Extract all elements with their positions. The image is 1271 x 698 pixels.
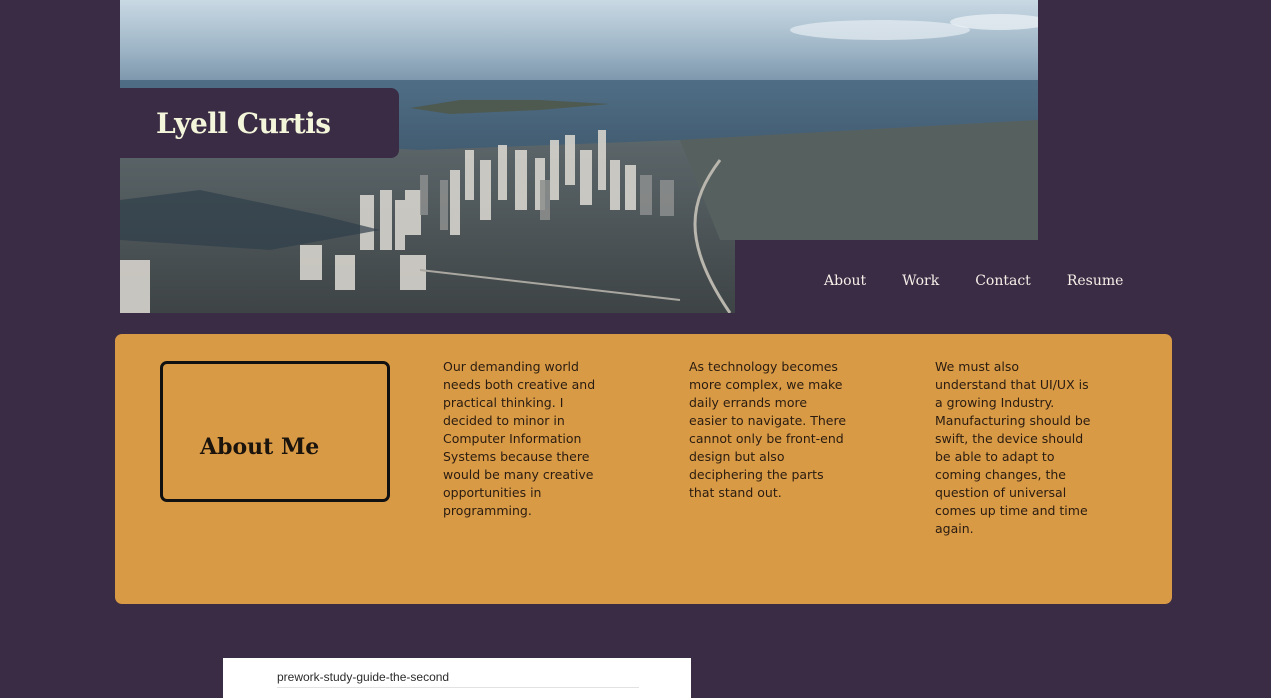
- nav-about-link[interactable]: About: [806, 270, 884, 292]
- about-heading-box: About Me: [160, 361, 390, 502]
- about-paragraph-3: We must also understand that UI/UX is a …: [935, 359, 1091, 536]
- work-preview-divider: [277, 687, 639, 688]
- about-section: About Me Our demanding world needs both …: [115, 334, 1172, 604]
- main-nav: About Work Contact Resume: [806, 270, 1141, 292]
- about-paragraph-2: As technology becomes more complex, we m…: [689, 359, 847, 500]
- about-heading: About Me: [200, 434, 320, 460]
- site-title[interactable]: Lyell Curtis: [156, 107, 331, 140]
- nav-contact-link[interactable]: Contact: [957, 270, 1049, 292]
- about-paragraph-1: Our demanding world needs both creative …: [443, 359, 596, 518]
- nav-work-link[interactable]: Work: [884, 270, 957, 292]
- site-name-tag: Lyell Curtis: [120, 88, 399, 158]
- nav-resume-link[interactable]: Resume: [1049, 270, 1142, 292]
- work-preview-title: prework-study-guide-the-second: [277, 670, 450, 684]
- work-preview-card[interactable]: prework-study-guide-the-second: [223, 658, 691, 698]
